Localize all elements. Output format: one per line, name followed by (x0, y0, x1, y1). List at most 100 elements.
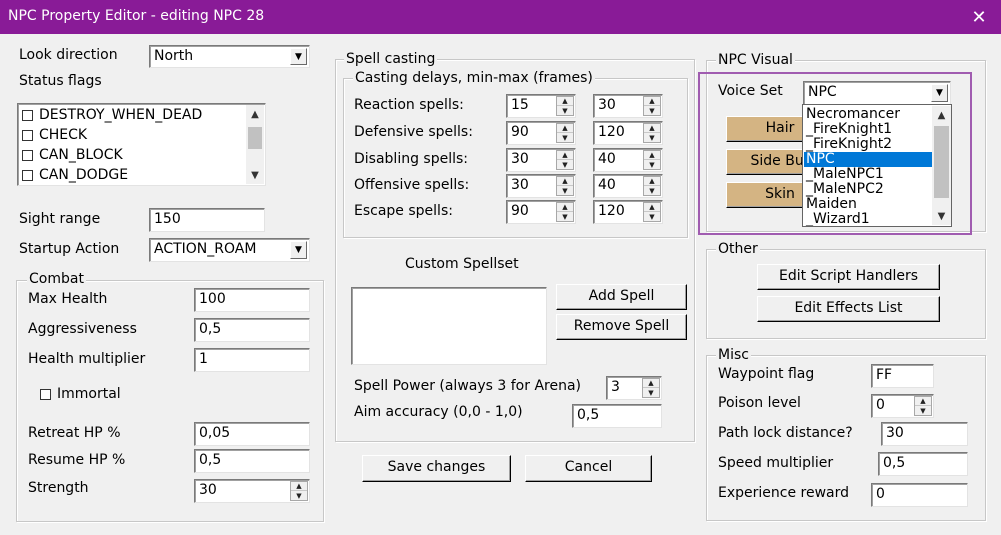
immortal-checkbox-row[interactable]: Immortal (40, 384, 121, 404)
spin-buttons[interactable]: ▲ ▼ (643, 96, 661, 116)
voice-option-selected[interactable]: NPC (804, 152, 932, 167)
spin-up-icon[interactable]: ▲ (644, 203, 660, 212)
disabling-max-spinner[interactable]: 40 ▲ ▼ (593, 148, 663, 172)
cancel-button[interactable]: Cancel (525, 455, 652, 482)
aggressiveness-input[interactable]: 0,5 (194, 318, 310, 342)
retreat-hp-input[interactable]: 0,05 (194, 422, 310, 446)
add-spell-button[interactable]: Add Spell (556, 284, 687, 310)
experience-reward-input[interactable]: 0 (871, 483, 968, 507)
strength-spin-buttons[interactable]: ▲ ▼ (290, 481, 308, 501)
scroll-down-icon[interactable]: ▼ (246, 166, 264, 184)
spin-down-icon[interactable]: ▼ (644, 212, 660, 221)
spin-buttons[interactable]: ▲ ▼ (643, 150, 661, 170)
spin-buttons[interactable]: ▲ ▼ (643, 123, 661, 143)
startup-action-select[interactable]: ACTION_ROAM ▼ (149, 238, 310, 262)
spin-down-icon[interactable]: ▼ (915, 406, 931, 415)
spin-down-icon[interactable]: ▼ (557, 106, 573, 115)
close-icon[interactable]: ✕ (957, 0, 1001, 34)
max-health-input[interactable]: 100 (194, 288, 310, 312)
spin-up-icon[interactable]: ▲ (557, 203, 573, 212)
spin-up-icon[interactable]: ▲ (291, 482, 307, 491)
spin-down-icon[interactable]: ▼ (644, 160, 660, 169)
spin-down-icon[interactable]: ▼ (557, 160, 573, 169)
spin-down-icon[interactable]: ▼ (557, 212, 573, 221)
remove-spell-button[interactable]: Remove Spell (556, 314, 687, 340)
flag-destroy-when-dead[interactable]: DESTROY_WHEN_DEAD (22, 105, 202, 125)
voice-set-select[interactable]: NPC ▼ (803, 81, 951, 105)
checkbox[interactable] (22, 149, 33, 161)
scroll-down-icon[interactable]: ▼ (932, 207, 951, 225)
chevron-down-icon[interactable]: ▼ (290, 48, 307, 65)
checkbox[interactable] (22, 109, 33, 121)
flag-can-dodge[interactable]: CAN_DODGE (22, 165, 128, 185)
defensive-max-spinner[interactable]: 120 ▲ ▼ (593, 121, 663, 145)
scroll-thumb[interactable] (248, 127, 262, 149)
spin-up-icon[interactable]: ▲ (557, 97, 573, 106)
spin-up-icon[interactable]: ▲ (643, 379, 659, 388)
disabling-min-spinner[interactable]: 30 ▲ ▼ (506, 148, 576, 172)
spin-buttons[interactable]: ▲ ▼ (556, 176, 574, 196)
spin-buttons[interactable]: ▲ ▼ (556, 123, 574, 143)
spin-up-icon[interactable]: ▲ (915, 397, 931, 406)
checkbox[interactable] (22, 169, 33, 181)
spin-up-icon[interactable]: ▲ (557, 151, 573, 160)
spin-buttons[interactable]: ▲ ▼ (643, 202, 661, 222)
spin-up-icon[interactable]: ▲ (644, 177, 660, 186)
spin-down-icon[interactable]: ▼ (644, 133, 660, 142)
scroll-up-icon[interactable]: ▲ (932, 106, 951, 124)
reaction-max-spinner[interactable]: 30 ▲ ▼ (593, 94, 663, 118)
spin-down-icon[interactable]: ▼ (291, 491, 307, 500)
scroll-up-icon[interactable]: ▲ (246, 105, 264, 123)
voice-option[interactable]: _MaleNPC1 (804, 167, 932, 182)
waypoint-flag-input[interactable]: FF (871, 364, 934, 388)
offensive-max-spinner[interactable]: 40 ▲ ▼ (593, 174, 663, 198)
speed-multiplier-input[interactable]: 0,5 (878, 452, 968, 476)
look-direction-select[interactable]: North ▼ (149, 45, 310, 68)
voice-set-dropdown[interactable]: Necromancer _FireKnight1 _FireKnight2 NP… (802, 104, 952, 227)
flag-check[interactable]: CHECK (22, 125, 87, 145)
edit-script-handlers-button[interactable]: Edit Script Handlers (757, 264, 940, 290)
flag-can-block[interactable]: CAN_BLOCK (22, 145, 123, 165)
defensive-min-spinner[interactable]: 90 ▲ ▼ (506, 121, 576, 145)
voice-option[interactable]: _FireKnight1 (804, 122, 932, 137)
voice-option[interactable]: Maiden (804, 197, 932, 212)
strength-spinner[interactable]: 30 ▲ ▼ (194, 479, 310, 503)
spin-up-icon[interactable]: ▲ (644, 124, 660, 133)
spin-buttons[interactable]: ▲ ▼ (556, 150, 574, 170)
spin-buttons[interactable]: ▲ ▼ (556, 96, 574, 116)
escape-max-spinner[interactable]: 120 ▲ ▼ (593, 200, 663, 224)
custom-spellset-list[interactable] (351, 287, 547, 365)
dropdown-scrollbar[interactable]: ▲ ▼ (932, 106, 951, 225)
immortal-checkbox[interactable] (40, 388, 51, 400)
spin-down-icon[interactable]: ▼ (643, 388, 659, 397)
spin-buttons[interactable]: ▲ ▼ (642, 378, 660, 398)
edit-effects-list-button[interactable]: Edit Effects List (757, 296, 940, 322)
poison-level-spinner[interactable]: 0 ▲ ▼ (871, 394, 934, 418)
flags-scrollbar[interactable]: ▲ ▼ (246, 105, 264, 184)
voice-option[interactable]: _MaleNPC2 (804, 182, 932, 197)
scroll-thumb[interactable] (934, 126, 949, 198)
sight-range-input[interactable]: 150 (149, 208, 265, 232)
spin-up-icon[interactable]: ▲ (557, 177, 573, 186)
spin-up-icon[interactable]: ▲ (644, 97, 660, 106)
escape-min-spinner[interactable]: 90 ▲ ▼ (506, 200, 576, 224)
path-lock-distance-input[interactable]: 30 (881, 422, 968, 446)
voice-option[interactable]: _Wizard1 (804, 212, 932, 227)
checkbox[interactable] (22, 129, 33, 141)
spin-down-icon[interactable]: ▼ (557, 133, 573, 142)
offensive-min-spinner[interactable]: 30 ▲ ▼ (506, 174, 576, 198)
spin-buttons[interactable]: ▲ ▼ (914, 396, 932, 416)
status-flags-list[interactable]: DESTROY_WHEN_DEAD CHECK CAN_BLOCK CAN_DO… (17, 103, 266, 186)
chevron-down-icon[interactable]: ▼ (931, 84, 948, 102)
aim-accuracy-input[interactable]: 0,5 (572, 404, 662, 428)
spin-up-icon[interactable]: ▲ (644, 151, 660, 160)
health-multiplier-input[interactable]: 1 (194, 348, 310, 372)
spin-down-icon[interactable]: ▼ (644, 186, 660, 195)
spin-down-icon[interactable]: ▼ (557, 186, 573, 195)
reaction-min-spinner[interactable]: 15 ▲ ▼ (506, 94, 576, 118)
spin-buttons[interactable]: ▲ ▼ (556, 202, 574, 222)
spin-up-icon[interactable]: ▲ (557, 124, 573, 133)
save-changes-button[interactable]: Save changes (362, 455, 511, 482)
chevron-down-icon[interactable]: ▼ (290, 241, 307, 259)
resume-hp-input[interactable]: 0,5 (194, 449, 310, 473)
